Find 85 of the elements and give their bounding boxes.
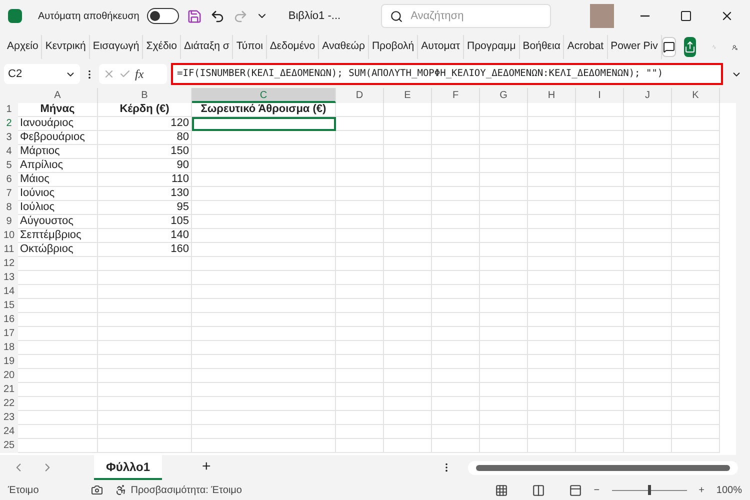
row-header[interactable]: 20 [0,369,18,383]
table-cell: Σεπτέμβριος [18,229,98,243]
table-cell: 110 [98,173,192,187]
column-header[interactable]: A [18,88,98,103]
table-cell: Φεβρουάριος [18,131,98,145]
row-header[interactable]: 14 [0,285,18,299]
file-name: Βιβλίο1 -... [288,8,341,24]
ribbon-tab[interactable]: Αρχείο [4,35,42,59]
row-header[interactable]: 16 [0,313,18,327]
table-cell: Ιανουάριος [18,117,98,131]
row-header[interactable]: 11 [0,243,18,257]
row-header[interactable]: 17 [0,327,18,341]
ribbon-tab[interactable]: Αυτοματ [418,35,464,59]
column-header[interactable]: G [480,88,528,103]
row-header[interactable]: 5 [0,159,18,173]
row-header[interactable]: 2 [0,117,18,131]
table-cell: 80 [98,131,192,145]
name-box[interactable]: C2 [4,64,80,84]
add-sheet-button[interactable]: + [202,456,211,479]
row-header[interactable]: 13 [0,271,18,285]
accessibility-status[interactable]: Προσβασιμότητα: Έτοιμο [130,482,242,498]
table-cell: Μάιος [18,173,98,187]
row-header[interactable]: 23 [0,411,18,425]
column-header[interactable]: K [672,88,720,103]
insert-function-button[interactable]: fx [135,65,144,83]
table-cell: 150 [98,145,192,159]
search-field[interactable]: Αναζήτηση [380,4,551,28]
table-cell: Ιούνιος [18,187,98,201]
ribbon-tab[interactable]: Acrobat [564,35,608,59]
column-header[interactable]: J [624,88,672,103]
row-header[interactable]: 4 [0,145,18,159]
ribbon-tab[interactable]: Προγραμμ [464,35,520,59]
row-header[interactable]: 10 [0,229,18,243]
row-header[interactable]: 1 [0,103,18,117]
row-header[interactable]: 8 [0,201,18,215]
table-cell: Ιούλιος [18,201,98,215]
table-cell: Κέρδη (€) [98,103,192,117]
search-input[interactable]: Αναζήτηση [410,8,531,24]
autosave-label: Αυτόματη αποθήκευση [38,10,140,24]
row-header[interactable]: 12 [0,257,18,271]
table-cell: Απρίλιος [18,159,98,173]
row-header[interactable]: 7 [0,187,18,201]
status-text: Έτοιμο [8,484,39,498]
row-header[interactable]: 9 [0,215,18,229]
formula-field[interactable]: =IF(ISNUMBER(ΚΕΛΙ_ΔΕΔΟΜΕΝΩΝ); SUM(ΑΠΟΛΥΤΗ_ΜΟΡΦΗ_ΚΕΛΙΟΥ_ΔΕΔΟΜΕΝΩΝ:ΚΕΛΙ_ΔΕΔΟΜΕΝΩΝ); "") [171,63,723,85]
column-header[interactable]: C [192,88,336,103]
ribbon-tab[interactable]: Εισαγωγή [90,35,144,59]
row-header[interactable]: 22 [0,397,18,411]
column-header[interactable]: I [576,88,624,103]
ribbon-tab[interactable]: Δεδομένο [266,35,320,59]
ribbon-tab[interactable]: Προβολή [368,35,418,59]
zoom-in-button[interactable]: + [698,482,704,498]
row-header[interactable]: 25 [0,439,18,453]
table-cell: Μάρτιος [18,145,98,159]
table-cell: 95 [98,201,192,215]
row-header[interactable]: 19 [0,355,18,369]
table-cell: Μήνας [18,103,98,117]
ribbon-tab[interactable]: Τύποι [233,35,267,59]
row-header[interactable]: 24 [0,425,18,439]
table-cell: Οκτώβριος [18,243,98,257]
column-header[interactable]: F [432,88,480,103]
table-cell: 160 [98,243,192,257]
column-header[interactable]: H [528,88,576,103]
table-cell: 105 [98,215,192,229]
row-header[interactable]: 18 [0,341,18,355]
row-header[interactable]: 15 [0,299,18,313]
row-header[interactable]: 21 [0,383,18,397]
table-cell: 130 [98,187,192,201]
ribbon-tab[interactable]: Αναθεώρ [319,35,369,59]
table-cell: 90 [98,159,192,173]
ribbon-tab[interactable]: Βοήθεια [520,35,564,59]
sheet-tab[interactable]: Φύλλο1 [94,455,162,480]
table-cell: Σωρευτικό Άθροισμα (€) [192,103,336,117]
table-cell: 120 [98,117,192,131]
column-header[interactable]: E [384,88,432,103]
ribbon-tab[interactable]: Σχέδιο [143,35,181,59]
ribbon-tab[interactable]: Διάταξη σ [180,35,234,59]
table-cell: Αύγουστος [18,215,98,229]
row-header[interactable]: 6 [0,173,18,187]
table-cell: 140 [98,229,192,243]
zoom-out-button[interactable]: − [594,482,600,498]
column-header[interactable]: D [336,88,384,103]
zoom-level[interactable]: 100% [716,482,742,498]
row-header[interactable]: 3 [0,131,18,145]
ribbon-tab[interactable]: Κεντρική [42,35,90,59]
